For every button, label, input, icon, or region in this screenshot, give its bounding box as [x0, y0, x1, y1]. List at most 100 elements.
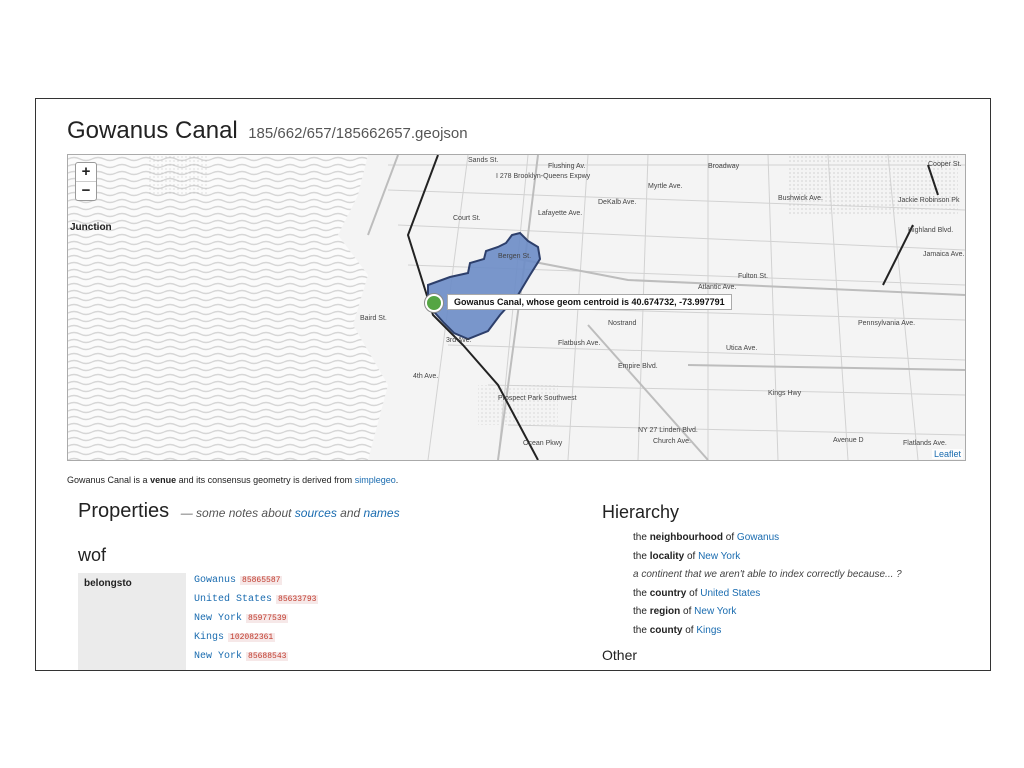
summary-prefix: Gowanus Canal is a: [67, 475, 148, 485]
street-label: Ocean Pkwy: [523, 440, 563, 447]
park-area: [148, 155, 208, 195]
hierarchy-item: the county of Kings: [633, 625, 902, 644]
belongsto-link[interactable]: New York: [194, 651, 242, 662]
hierarchy-item: a continent that we aren't able to index…: [633, 569, 902, 588]
names-link[interactable]: names: [364, 506, 400, 520]
belongsto-link[interactable]: New York: [194, 613, 242, 624]
geojson-path: 185/662/657/185662657.geojson: [248, 125, 468, 142]
wof-id-badge: 102082361: [228, 633, 276, 642]
hier-link[interactable]: New York: [694, 606, 736, 617]
water-pattern: [68, 155, 388, 460]
wof-id-badge: 85865587: [240, 576, 283, 585]
street-label: I 278 Brooklyn-Queens Expwy: [496, 173, 591, 180]
properties-title: Properties: [78, 500, 170, 522]
zoom-out-button[interactable]: −: [76, 181, 96, 200]
belongsto-link[interactable]: Kings: [194, 632, 224, 643]
street-label: Pennsylvania Ave.: [858, 320, 916, 327]
street-label: Atlantic Ave.: [698, 284, 737, 291]
note-and: and: [340, 506, 361, 520]
hier-of: of: [725, 532, 735, 543]
sources-link[interactable]: sources: [295, 506, 337, 520]
hier-of: of: [689, 587, 698, 599]
hierarchy-heading: Hierarchy: [602, 502, 680, 522]
street-label: Nostrand: [608, 320, 637, 327]
hier-type: neighbourhood: [649, 532, 724, 543]
centroid-tooltip: Gowanus Canal, whose geom centroid is 40…: [447, 294, 732, 310]
hier-type: county: [649, 624, 683, 636]
street-label: Court St.: [453, 215, 481, 222]
list-item: Gowanus 85865587: [194, 575, 318, 594]
hier-of: of: [683, 606, 692, 617]
hier-the: the: [633, 550, 647, 562]
page-frame: Gowanus Canal 185/662/657/185662657.geoj…: [35, 98, 991, 671]
street-label: Myrtle Ave.: [648, 183, 683, 190]
street-label: Church Ave.: [653, 438, 692, 445]
placetype-summary: Gowanus Canal is a venue and its consens…: [67, 475, 398, 485]
wof-id-badge: 85688543: [246, 652, 289, 661]
wof-heading: wof: [78, 545, 107, 565]
hier-type: region: [649, 606, 681, 617]
street-label: 3rd Ave.: [446, 337, 472, 344]
map-label-junction: Junction: [70, 222, 112, 233]
note-prefix: — some notes about: [180, 506, 292, 520]
summary-middle: and its consensus geometry is derived fr…: [178, 475, 353, 485]
street-label: Empire Blvd.: [618, 363, 658, 370]
properties-heading: Properties — some notes about sources an…: [78, 500, 400, 523]
belongsto-key-cell: belongsto: [78, 573, 186, 670]
list-item: Kings 102082361: [194, 632, 318, 651]
park-area: [478, 385, 558, 425]
hier-link[interactable]: Gowanus: [737, 532, 779, 543]
street-label: Flushing Av.: [548, 163, 586, 170]
hier-type: country: [649, 587, 687, 599]
hierarchy-item: the region of New York: [633, 606, 902, 625]
hier-link[interactable]: United States: [700, 588, 760, 599]
street-label: Sands St.: [468, 157, 499, 164]
hier-note: a continent that we aren't able to index…: [633, 569, 902, 580]
list-item: United States 85633793: [194, 594, 319, 613]
street-label: Prospect Park Southwest: [498, 395, 577, 402]
leaflet-attribution-link[interactable]: Leaflet: [931, 449, 963, 459]
street-label: Avenue D: [833, 437, 864, 444]
hier-the: the: [633, 624, 647, 636]
street-label: Flatbush Ave.: [558, 340, 601, 347]
list-item: New York 85688543: [194, 651, 318, 670]
hier-of: of: [685, 624, 694, 636]
street-label: Jamaica Ave.: [923, 251, 965, 258]
zoom-control: + −: [75, 162, 97, 201]
hier-link[interactable]: New York: [698, 551, 740, 562]
belongsto-link[interactable]: Gowanus: [194, 575, 236, 586]
hierarchy-item: the locality of New York: [633, 551, 902, 570]
street-label: Lafayette Ave.: [538, 210, 583, 217]
list-item: New York 85977539: [194, 613, 318, 632]
street-label: Utica Ave.: [726, 345, 758, 352]
street-label: DeKalb Ave.: [598, 199, 637, 206]
street-label: Jackie Robinson Pk: [898, 197, 960, 204]
hier-the: the: [633, 587, 647, 599]
hier-link[interactable]: Kings: [696, 625, 721, 636]
source-link[interactable]: simplegeo: [355, 475, 396, 485]
street-label: Highland Blvd.: [908, 227, 954, 234]
hierarchy-item: the country of United States: [633, 588, 902, 607]
belongsto-list: Gowanus 85865587 United States 85633793 Ne…: [194, 575, 319, 670]
hierarchy-item: the neighbourhood of Gowanus: [633, 532, 902, 551]
zoom-in-button[interactable]: +: [76, 163, 96, 181]
street-label: Bushwick Ave.: [778, 195, 824, 202]
street-label: Kings Hwy: [768, 390, 802, 397]
hier-the: the: [633, 532, 647, 543]
page-header: Gowanus Canal 185/662/657/185662657.geoj…: [67, 117, 468, 145]
wof-id-badge: 85977539: [246, 614, 289, 623]
centroid-marker[interactable]: [425, 294, 443, 312]
hierarchy-list: the neighbourhood of Gowanus the localit…: [633, 532, 902, 643]
hier-type: locality: [649, 550, 685, 562]
other-heading: Other: [602, 647, 638, 663]
summary-placetype: venue: [150, 475, 177, 485]
map[interactable]: Junction Sands St. Flushing Av. Myrtle A…: [67, 154, 966, 461]
wof-id-badge: 85633793: [276, 595, 319, 604]
street-label: Broadway: [708, 163, 740, 170]
belongsto-link[interactable]: United States: [194, 594, 272, 605]
belongsto-label: belongsto: [84, 578, 132, 589]
summary-end: .: [395, 475, 399, 485]
hier-of: of: [686, 550, 696, 562]
page-title: Gowanus Canal: [67, 117, 238, 144]
street-label: Flatlands Ave.: [903, 440, 947, 447]
